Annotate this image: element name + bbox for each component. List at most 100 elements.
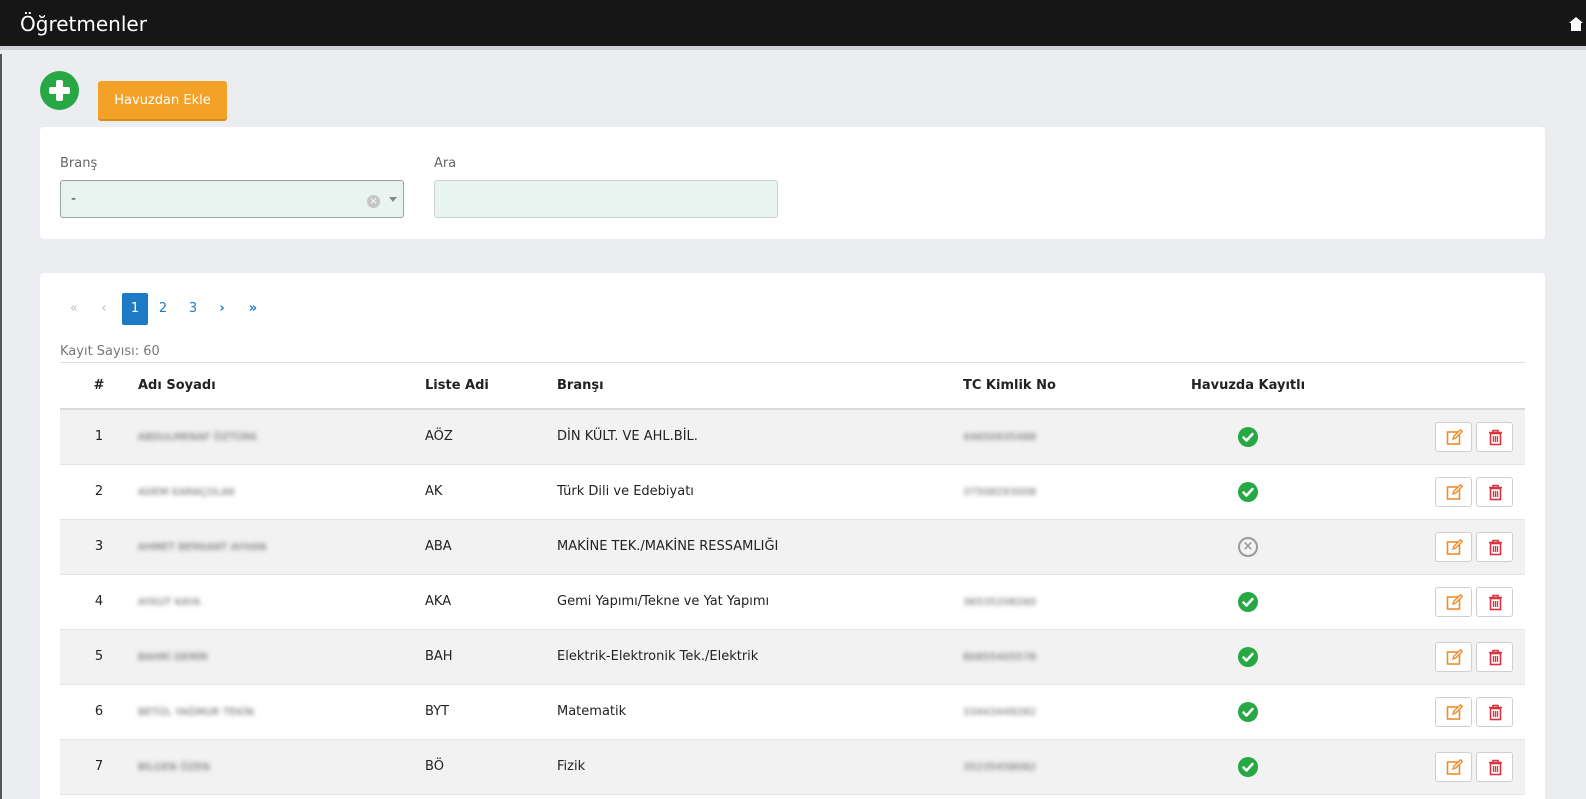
branch-select-value: - (71, 191, 77, 207)
row-number: 5 (60, 629, 138, 685)
check-circle-icon (1238, 701, 1258, 722)
list-name: BYT (425, 684, 557, 740)
check-circle-icon (1238, 646, 1258, 667)
trash-icon (1489, 649, 1502, 665)
col-list-name[interactable]: Liste Adi (425, 363, 557, 410)
page-title: Öğretmenler (20, 12, 147, 36)
pool-status (1148, 464, 1348, 520)
delete-button[interactable] (1476, 751, 1513, 782)
teacher-name: BİLGEN ÖZEN (138, 762, 210, 773)
edit-button[interactable] (1435, 586, 1472, 617)
add-from-pool-button[interactable]: Havuzdan Ekle (98, 81, 227, 119)
col-pool-registered[interactable]: Havuzda Kayıtlı (1148, 363, 1348, 410)
edit-icon (1446, 538, 1463, 555)
delete-button[interactable] (1476, 476, 1513, 507)
row-number: 6 (60, 684, 138, 740)
prev-page-button[interactable]: ‹ (90, 293, 118, 325)
trash-icon (1489, 759, 1502, 775)
table-header-row: # Adı Soyadı Liste Adi Branşı TC Kimlik … (60, 363, 1525, 410)
search-input[interactable] (434, 180, 778, 218)
branch-name: Elektrik-Elektronik Tek./Elektrik (557, 629, 963, 685)
table-row[interactable]: 6 BETÜL YAĞMUR TEKİN BYT Matematik 334434492… (60, 684, 1525, 740)
edit-icon (1446, 758, 1463, 775)
add-teacher-button[interactable] (40, 71, 79, 110)
record-count: Kayıt Sayısı: 60 (60, 344, 160, 359)
edit-icon (1446, 483, 1463, 500)
last-page-button[interactable]: » (239, 293, 267, 325)
home-icon[interactable] (1568, 16, 1584, 32)
teacher-name: ABDULMENAF ÖZTÜRK (138, 432, 258, 444)
list-name: BÖ (425, 739, 557, 795)
tc-number: 37508293008 (963, 487, 1037, 498)
row-actions (1348, 629, 1525, 685)
edit-icon (1446, 428, 1463, 445)
check-circle-icon (1238, 426, 1258, 447)
table-row[interactable]: 7 BİLGEN ÖZEN BÖ Fizik 35235458082 (60, 739, 1525, 795)
row-actions (1348, 574, 1525, 630)
edit-button[interactable] (1435, 751, 1472, 782)
pool-status (1148, 684, 1348, 740)
delete-button[interactable] (1476, 421, 1513, 452)
table-row[interactable]: 5 BAHRİ DEMİR BAH Elektrik-Elektronik Tek./… (60, 629, 1525, 685)
page-3-button[interactable]: 3 (179, 293, 207, 325)
edit-icon (1446, 593, 1463, 610)
list-name: AKA (425, 574, 557, 630)
edit-button[interactable] (1435, 421, 1472, 452)
tc-number: 80855405578 (963, 652, 1037, 663)
branch-name: DİN KÜLT. VE AHL.BİL. (557, 409, 963, 465)
x-circle-icon: × (1238, 536, 1258, 557)
first-page-button[interactable]: « (60, 293, 88, 325)
edit-button[interactable] (1435, 476, 1472, 507)
pool-status (1148, 409, 1348, 465)
check-circle-icon (1238, 481, 1258, 502)
edit-button[interactable] (1435, 696, 1472, 727)
col-branch[interactable]: Branşı (557, 363, 963, 410)
table-row[interactable]: 3 AHMET BERKANT AYHAN ABA MAKİNE TEK./MAKİN… (60, 519, 1525, 575)
table-row[interactable]: 1 ABDULMENAF ÖZTÜRK AÖZ DİN KÜLT. VE AHL.Bİ… (60, 409, 1525, 465)
pool-status (1148, 739, 1348, 795)
clear-icon[interactable]: × (367, 195, 380, 208)
list-name: AK (425, 464, 557, 520)
branch-name: Matematik (557, 684, 963, 740)
tc-number: 33443449282 (963, 707, 1037, 718)
edit-icon (1446, 648, 1463, 665)
branch-name: Türk Dili ve Edebiyatı (557, 464, 963, 520)
pool-status (1148, 574, 1348, 630)
check-circle-icon (1238, 591, 1258, 612)
branch-select[interactable]: - × (60, 180, 404, 218)
row-actions (1348, 684, 1525, 740)
delete-button[interactable] (1476, 641, 1513, 672)
table-row[interactable]: 4 AYKUT KAYA AKA Gemi Yapımı/Tekne ve Yat Y… (60, 574, 1525, 630)
teacher-name: AHMET BERKANT AYHAN (138, 542, 267, 553)
row-number: 2 (60, 464, 138, 520)
col-name[interactable]: Adı Soyadı (138, 363, 425, 410)
edit-button[interactable] (1435, 641, 1472, 672)
row-actions (1348, 464, 1525, 520)
page-2-button[interactable]: 2 (149, 293, 177, 325)
check-circle-icon (1238, 756, 1258, 777)
teacher-name: ADEM KARAÇOLAK (138, 487, 236, 498)
search-label: Ara (434, 156, 457, 171)
filter-panel: Branş - × Ara (40, 127, 1545, 239)
col-number[interactable]: # (60, 363, 138, 410)
row-actions (1348, 519, 1525, 575)
delete-button[interactable] (1476, 586, 1513, 617)
teacher-name: BETÜL YAĞMUR TEKİN (138, 707, 254, 718)
tc-number: 35235458082 (963, 762, 1037, 773)
branch-name: Fizik (557, 739, 963, 795)
page-1-button[interactable]: 1 (122, 293, 148, 325)
row-number: 3 (60, 519, 138, 575)
next-page-button[interactable]: › (208, 293, 236, 325)
col-tc-no[interactable]: TC Kimlik No (963, 363, 1148, 410)
teacher-name: BAHRİ DEMİR (138, 652, 209, 663)
teacher-table: # Adı Soyadı Liste Adi Branşı TC Kimlik … (60, 363, 1525, 795)
table-row[interactable]: 2 ADEM KARAÇOLAK AK Türk Dili ve Edebiyatı 3… (60, 464, 1525, 520)
trash-icon (1489, 484, 1502, 500)
trash-icon (1489, 704, 1502, 720)
edit-button[interactable] (1435, 531, 1472, 562)
tc-number: 44650935488 (963, 432, 1037, 444)
delete-button[interactable] (1476, 696, 1513, 727)
chevron-down-icon[interactable] (389, 197, 397, 202)
edit-icon (1446, 703, 1463, 720)
delete-button[interactable] (1476, 531, 1513, 562)
